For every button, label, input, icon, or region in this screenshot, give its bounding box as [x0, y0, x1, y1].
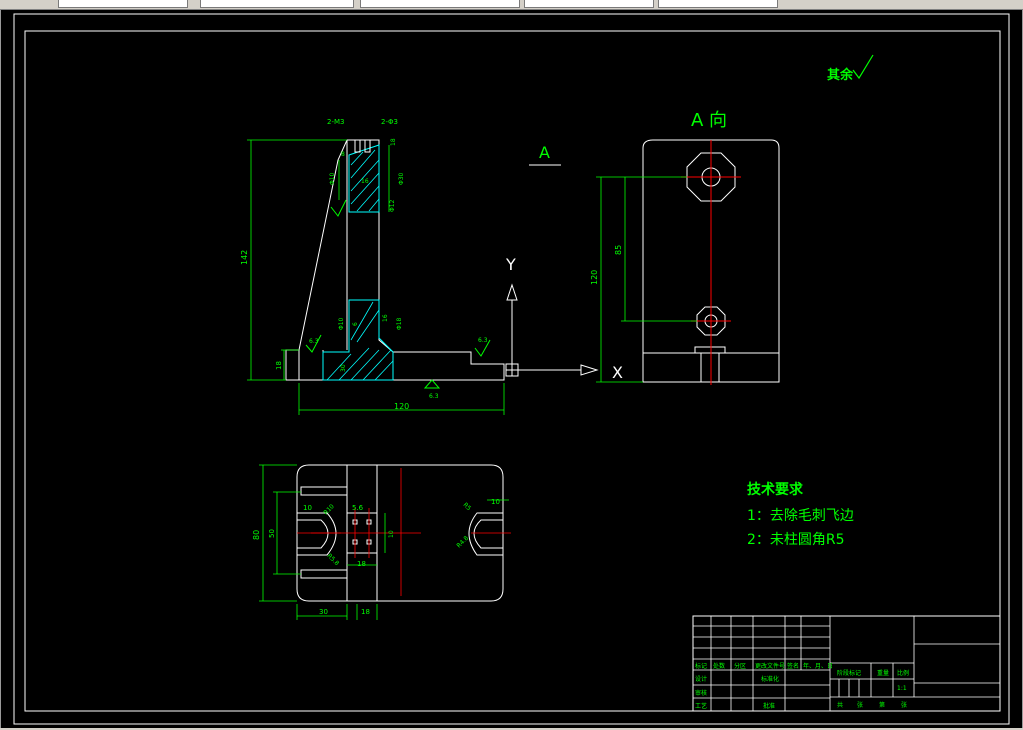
axis-x-label: X: [612, 363, 623, 382]
cad-drawing-canvas[interactable]: 其余 142 18 120 2-M3 2-Φ3 Φ10 Φ30 16 18 8 …: [0, 10, 1023, 728]
dim-top-10-left: 10: [303, 504, 312, 512]
technical-requirements: 技术要求 1：去除毛刺飞边 2：未柱圆角R5: [747, 481, 854, 548]
dim-top-30: 30: [319, 608, 328, 616]
dim-tap-right: 2-Φ3: [381, 118, 398, 126]
right-u-slot: [473, 519, 503, 549]
left-u-slot: [297, 519, 329, 549]
tab-2[interactable]: [200, 0, 354, 8]
tb-signature: 签名: [787, 662, 799, 670]
roughness-mark-bottom-icon: [423, 379, 441, 389]
dim-tap-left: 2-M3: [327, 118, 344, 126]
tab-bar: [0, 0, 1023, 10]
side-view-slot: [694, 346, 726, 353]
roughness-right: 6.3: [478, 337, 488, 344]
tb-standardization: 标准化: [761, 675, 779, 683]
tab-5[interactable]: [658, 0, 778, 8]
section-arrow-a: A: [529, 143, 561, 166]
front-view-outline: [285, 139, 505, 381]
front-view: 142 18 120 2-M3 2-Φ3 Φ10 Φ30 16 18 8 Φ12…: [240, 118, 505, 415]
tech-req-title: 技术要求: [747, 481, 804, 498]
view-a-label: A 向: [691, 110, 727, 131]
tb-sheet-total: 共: [837, 701, 843, 709]
tb-sheet-no: 第: [879, 701, 885, 709]
dim-8: 8: [341, 151, 345, 158]
dim-height-142: 142: [240, 250, 249, 265]
x-axis-arrow-icon: [580, 364, 599, 376]
tb-sheet-label: 张: [857, 701, 863, 709]
dim-dia-10-mid: Φ10: [338, 317, 345, 330]
dim-radius-left-2: R5.8: [326, 552, 341, 567]
tab-4[interactable]: [524, 0, 654, 8]
tap-hole-left: [354, 139, 361, 153]
axis-indicator: Y X: [505, 255, 623, 382]
tb-scale: 比例: [897, 669, 909, 677]
tb-scale-value: 1:1: [897, 685, 907, 692]
dim-width-120: 120: [394, 402, 409, 411]
side-view: A 向 120 85: [590, 110, 780, 385]
dim-top-10-mid: 10: [388, 530, 395, 538]
roughness-note: 其余: [827, 54, 874, 83]
tb-count: 处数: [713, 662, 725, 670]
dim-top-10-right: 10: [491, 498, 500, 506]
tb-review: 审核: [695, 689, 707, 697]
slot-bottom: [300, 569, 348, 579]
dim-side-85: 85: [614, 245, 623, 255]
tb-zone: 分区: [734, 662, 746, 670]
dim-top-80: 80: [252, 530, 261, 540]
slot-top: [300, 486, 348, 496]
tb-date: 年、月、日: [803, 662, 833, 670]
dim-radius-right-1: R5: [462, 501, 473, 512]
tap-hole-right: [364, 139, 371, 153]
title-block: 标记 处数 分区 更改文件号 签名 年、月、日 设计 标准化 审核 工艺 批准 …: [692, 615, 1001, 712]
tb-stage-mark: 阶段标记: [837, 669, 861, 677]
tab-3[interactable]: [360, 0, 520, 8]
tb-mark: 标记: [695, 662, 707, 670]
tb-design: 设计: [695, 675, 707, 683]
dim-dia-30: Φ30: [398, 172, 405, 185]
y-axis-arrow-icon: [506, 283, 518, 301]
axis-y-label: Y: [505, 255, 516, 274]
dim-18-top: 18: [390, 138, 397, 146]
side-dimension-lines: [596, 176, 697, 383]
roughness-bottom: 6.3: [429, 393, 439, 400]
dim-top-5-6: 5.6: [352, 504, 364, 512]
section-arrow-label: A: [539, 143, 550, 162]
dim-base-18: 18: [275, 361, 283, 370]
tb-process: 工艺: [695, 702, 707, 710]
roughness-symbol-icon: [852, 54, 874, 80]
dim-16-mid: 16: [382, 314, 389, 322]
tb-change-doc: 更改文件号: [755, 662, 785, 670]
tab-1[interactable]: [58, 0, 188, 8]
tb-weight: 重量: [877, 669, 889, 677]
dim-6-mid: 6: [352, 322, 359, 326]
roughness-left: 6.3: [309, 338, 319, 345]
drawing-sheet: 其余 142 18 120 2-M3 2-Φ3 Φ10 Φ30 16 18 8 …: [13, 13, 1010, 725]
dim-radius-right-2: R4.8: [455, 535, 470, 550]
tb-sheet-no-label: 张: [901, 701, 907, 709]
dim-16: 16: [361, 178, 369, 185]
dim-dia-12: Φ12: [389, 199, 396, 212]
tb-approve: 批准: [763, 702, 775, 710]
roughness-note-text: 其余: [827, 67, 854, 83]
dim-30-low: 30: [340, 364, 347, 372]
tech-req-item-2: 2：未柱圆角R5: [747, 532, 845, 548]
dim-top-50: 50: [268, 529, 276, 538]
dim-top-18-bottom: 18: [361, 608, 370, 616]
dim-side-120: 120: [590, 270, 599, 285]
roughness-mark-top-icon: [330, 199, 347, 217]
bottom-hatch-lines: [326, 301, 394, 381]
dim-dia-10: Φ10: [329, 172, 336, 185]
dim-top-18: 18: [357, 560, 366, 568]
tech-req-item-1: 1：去除毛刺飞边: [747, 508, 854, 524]
top-view: 80 50 10 10 5.6 10 18 30 18 R10 R5.8 R5 …: [252, 464, 511, 620]
dim-dia-18-mid: Φ18: [396, 317, 403, 330]
dim-radius-left-1: R10: [322, 503, 335, 516]
